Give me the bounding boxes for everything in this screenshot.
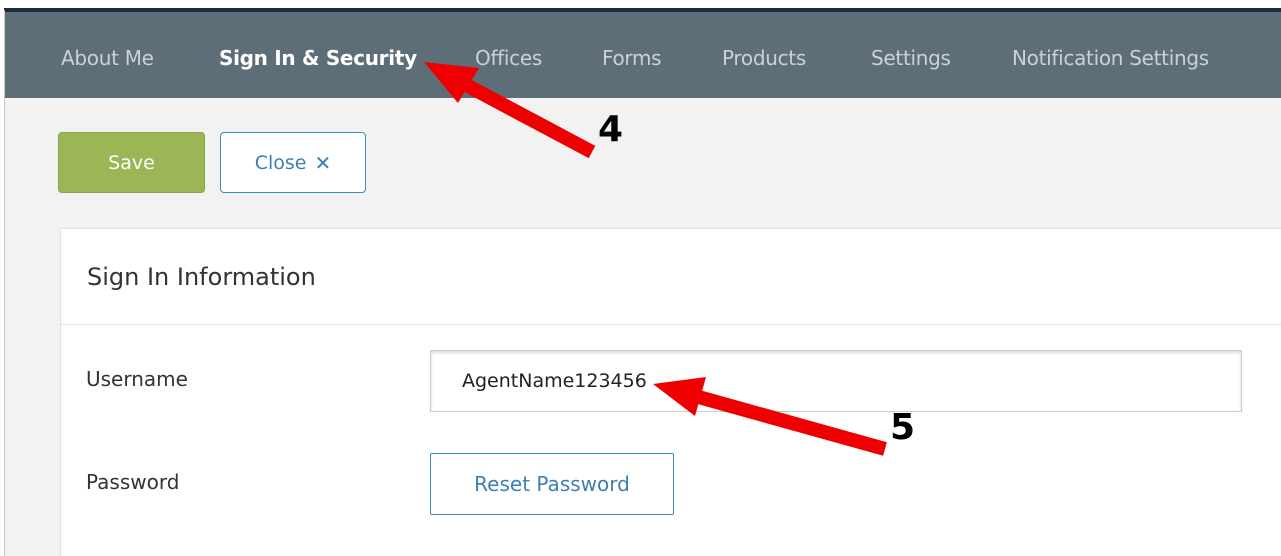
save-button[interactable]: Save [58, 132, 205, 193]
save-button-label: Save [108, 151, 155, 174]
username-label: Username [86, 367, 188, 391]
annotation-marker-5: 5 [890, 407, 916, 448]
panel-title: Sign In Information [87, 263, 316, 291]
reset-password-label: Reset Password [474, 472, 630, 496]
password-label: Password [86, 470, 180, 494]
tab-offices[interactable]: Offices [475, 46, 542, 70]
tab-settings[interactable]: Settings [871, 46, 951, 70]
close-icon: ✕ [314, 150, 332, 175]
tab-products[interactable]: Products [722, 46, 806, 70]
tab-sign-in-security[interactable]: Sign In & Security [219, 46, 417, 70]
close-button-label: Close [254, 151, 307, 174]
tab-notification-settings[interactable]: Notification Settings [1012, 46, 1209, 70]
profile-nav-bar: About Me Sign In & Security Offices Form… [5, 12, 1281, 98]
panel-header: Sign In Information [61, 229, 1281, 325]
annotation-marker-4: 4 [598, 109, 624, 150]
tab-about-me[interactable]: About Me [61, 46, 154, 70]
reset-password-button[interactable]: Reset Password [430, 453, 674, 515]
tab-forms[interactable]: Forms [602, 46, 662, 70]
username-input[interactable] [430, 350, 1242, 412]
close-button[interactable]: Close ✕ [220, 132, 366, 193]
